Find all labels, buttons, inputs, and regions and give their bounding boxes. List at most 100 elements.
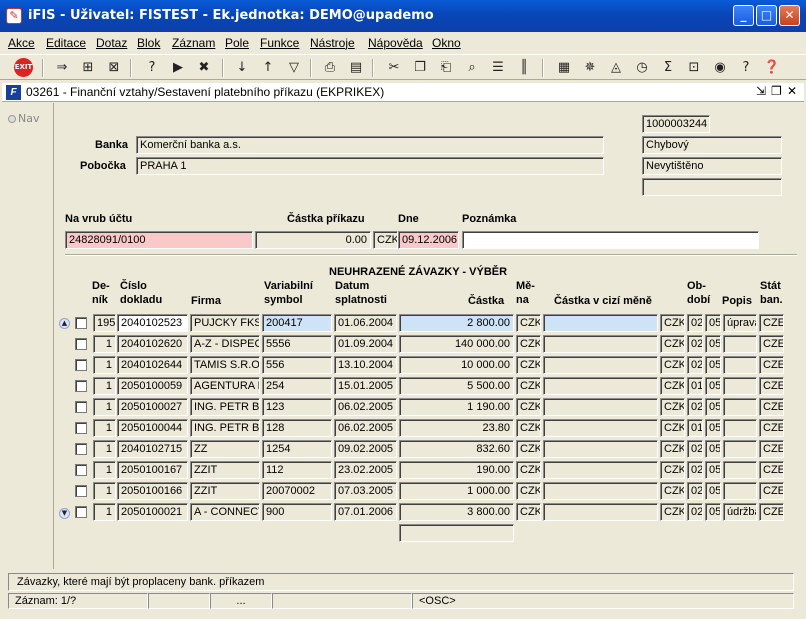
cell-obdobi-mesic[interactable]: 02 xyxy=(687,335,703,353)
cell-cizi-mena[interactable]: CZK xyxy=(660,482,685,500)
excel-icon[interactable]: ⊡ xyxy=(684,58,704,78)
filter-icon[interactable]: ▽ xyxy=(284,58,304,78)
cell-cislo-dokladu[interactable]: 2040102523 xyxy=(117,314,188,332)
cell-cizi-mena[interactable]: CZK xyxy=(660,314,685,332)
cell-cislo-dokladu[interactable]: 2050100166 xyxy=(117,482,188,500)
cell-datum-splatnosti[interactable]: 07.01.2006 xyxy=(334,503,397,521)
cell-obdobi-rok[interactable]: 05 xyxy=(705,314,721,332)
cell-cizi-mena[interactable]: CZK xyxy=(660,440,685,458)
cell-mena[interactable]: CZK xyxy=(516,440,541,458)
menu-nastroje[interactable]: Nástroje xyxy=(310,36,355,50)
cell-obdobi-rok[interactable]: 05 xyxy=(705,461,721,479)
cell-cizi-mena[interactable]: CZK xyxy=(660,398,685,416)
row-select-checkbox[interactable] xyxy=(75,401,87,413)
row-select-checkbox[interactable] xyxy=(75,380,87,392)
cell-popis[interactable] xyxy=(723,377,757,395)
cell-mena[interactable]: CZK xyxy=(516,503,541,521)
cell-cislo-dokladu[interactable]: 2050100167 xyxy=(117,461,188,479)
cell-popis[interactable] xyxy=(723,440,757,458)
cell-cislo-dokladu[interactable]: 2050100059 xyxy=(117,377,188,395)
cell-firma[interactable]: A-Z - DISPECINK xyxy=(190,335,260,353)
cell-obdobi-rok[interactable]: 05 xyxy=(705,356,721,374)
cell-firma[interactable]: PUJCKY FKSP xyxy=(190,314,260,332)
sort-asc-icon[interactable]: ↓ xyxy=(232,58,252,78)
cell-castka[interactable]: 2 800.00 xyxy=(399,314,514,332)
sort-desc-icon[interactable]: ↑ xyxy=(258,58,278,78)
menu-okno[interactable]: Okno xyxy=(432,36,461,50)
find-icon[interactable]: ⌕ xyxy=(462,58,482,78)
window-titlebar[interactable]: ✎ iFIS - Uživatel: FISTEST - Ek.jednotka… xyxy=(0,0,806,32)
cell-denik[interactable]: 1 xyxy=(93,419,116,437)
execute-query-icon[interactable]: ▶ xyxy=(168,58,188,78)
cell-stat-ban[interactable]: CZE xyxy=(759,419,784,437)
cell-mena[interactable]: CZK xyxy=(516,419,541,437)
cell-castka[interactable]: 1 190.00 xyxy=(399,398,514,416)
cell-variabilni-symbol[interactable]: 123 xyxy=(262,398,332,416)
cell-castka[interactable]: 140 000.00 xyxy=(399,335,514,353)
row-select-checkbox[interactable] xyxy=(75,422,87,434)
cell-cizi-mena[interactable]: CZK xyxy=(660,419,685,437)
cell-popis[interactable] xyxy=(723,482,757,500)
cell-popis[interactable] xyxy=(723,335,757,353)
cell-datum-splatnosti[interactable]: 13.10.2004 xyxy=(334,356,397,374)
row-select-checkbox[interactable] xyxy=(75,443,87,455)
context-help-icon[interactable]: ❓ xyxy=(762,58,782,78)
minimize-button[interactable]: _ xyxy=(733,5,754,26)
cell-stat-ban[interactable]: CZE xyxy=(759,356,784,374)
cell-stat-ban[interactable]: CZE xyxy=(759,440,784,458)
cell-cizi-mena[interactable]: CZK xyxy=(660,356,685,374)
cell-mena[interactable]: CZK xyxy=(516,335,541,353)
cell-cizi-mena[interactable]: CZK xyxy=(660,377,685,395)
cell-castka-cizi[interactable] xyxy=(543,356,658,374)
cell-obdobi-mesic[interactable]: 02 xyxy=(687,440,703,458)
menu-dotaz[interactable]: Dotaz xyxy=(96,36,127,50)
cell-cizi-mena[interactable]: CZK xyxy=(660,335,685,353)
cell-cislo-dokladu[interactable]: 2050100021 xyxy=(117,503,188,521)
list-icon[interactable]: ☰ xyxy=(488,58,508,78)
row-select-checkbox[interactable] xyxy=(75,317,87,329)
cell-obdobi-mesic[interactable]: 01 xyxy=(687,419,703,437)
cell-firma[interactable]: ING. PETR BRNO xyxy=(190,419,260,437)
status-error-field[interactable]: Chybový xyxy=(642,136,782,154)
cell-castka[interactable]: 5 500.00 xyxy=(399,377,514,395)
row-select-checkbox[interactable] xyxy=(75,338,87,350)
castka-mena-field[interactable]: CZK xyxy=(373,231,398,249)
nav-option[interactable]: Nav xyxy=(8,112,39,125)
row-select-checkbox[interactable] xyxy=(75,506,87,518)
cell-castka-cizi[interactable] xyxy=(543,419,658,437)
cell-firma[interactable]: ING. PETR BRNO xyxy=(190,398,260,416)
dne-field[interactable]: 09.12.2006 xyxy=(398,231,459,249)
clock-icon[interactable]: ◷ xyxy=(632,58,652,78)
cell-datum-splatnosti[interactable]: 23.02.2005 xyxy=(334,461,397,479)
cell-mena[interactable]: CZK xyxy=(516,356,541,374)
cell-variabilni-symbol[interactable]: 5556 xyxy=(262,335,332,353)
status-extra-field[interactable] xyxy=(642,178,782,196)
menu-napoveda[interactable]: Nápověda xyxy=(368,36,423,50)
cell-denik[interactable]: 1 xyxy=(93,461,116,479)
menu-blok[interactable]: Blok xyxy=(137,36,160,50)
internet-icon[interactable]: ◉ xyxy=(710,58,730,78)
cell-denik[interactable]: 1 xyxy=(93,503,116,521)
menu-editace[interactable]: Editace xyxy=(46,36,86,50)
cell-castka[interactable]: 23.80 xyxy=(399,419,514,437)
cell-datum-splatnosti[interactable]: 01.06.2004 xyxy=(334,314,397,332)
cell-variabilni-symbol[interactable]: 128 xyxy=(262,419,332,437)
form-icon[interactable]: ▦ xyxy=(554,58,574,78)
sum-icon[interactable]: Σ xyxy=(658,58,678,78)
cell-denik[interactable]: 1 xyxy=(93,335,116,353)
cell-obdobi-mesic[interactable]: 02 xyxy=(687,482,703,500)
save-icon[interactable]: ⇒ xyxy=(52,58,72,78)
cell-cislo-dokladu[interactable]: 2050100044 xyxy=(117,419,188,437)
status-print-field[interactable]: Nevytištěno xyxy=(642,157,782,175)
cell-mena[interactable]: CZK xyxy=(516,377,541,395)
cell-obdobi-mesic[interactable]: 02 xyxy=(687,461,703,479)
cell-cislo-dokladu[interactable]: 2040102644 xyxy=(117,356,188,374)
menu-akce[interactable]: Akce xyxy=(8,36,35,50)
exit-icon[interactable]: EXIT xyxy=(14,58,33,77)
cell-castka-cizi[interactable] xyxy=(543,335,658,353)
cell-popis[interactable] xyxy=(723,461,757,479)
cell-cislo-dokladu[interactable]: 2040102620 xyxy=(117,335,188,353)
cell-datum-splatnosti[interactable]: 15.01.2005 xyxy=(334,377,397,395)
scroll-down-icon[interactable]: ▼ xyxy=(59,508,70,519)
cancel-query-icon[interactable]: ✖ xyxy=(194,58,214,78)
